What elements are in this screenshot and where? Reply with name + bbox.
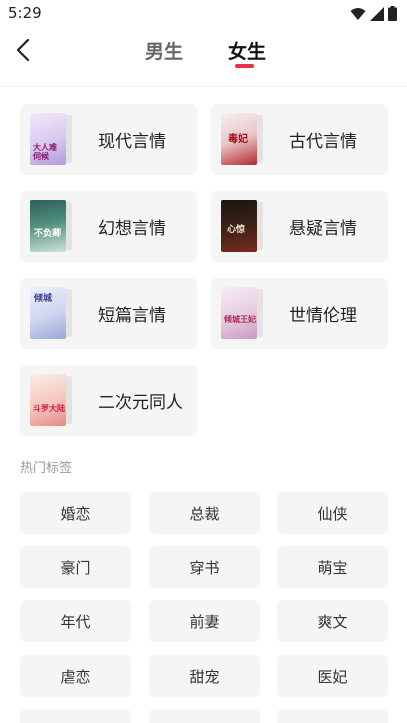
book-cover: 不负卿 (30, 199, 66, 252)
tag-button[interactable]: 爽文 (277, 600, 388, 642)
book-cover: 斗罗大陆 (30, 373, 66, 426)
category-label: 二次元同人 (98, 393, 183, 413)
book-cover: 倾城 (30, 286, 66, 339)
cover-title: 不负卿 (34, 228, 62, 239)
tab-female[interactable]: 女生 (228, 37, 266, 64)
top-nav: 男生 女生 (0, 28, 407, 72)
cover-title: 斗罗大陆 (33, 403, 65, 413)
cover-stack: 毒妃 (221, 112, 271, 167)
category-card-modern-romance[interactable]: 大人难伺候 现代言情 (20, 104, 197, 175)
cover-stack: 大人难伺候 (30, 112, 80, 167)
cover-stack: 斗罗大陆 (30, 373, 80, 428)
tag-button[interactable]: 婚恋 (20, 492, 131, 534)
tab-male[interactable]: 男生 (145, 37, 183, 64)
tag-button-partial[interactable] (277, 709, 388, 723)
cover-stack: 倾城 (30, 286, 80, 341)
category-card-ancient-romance[interactable]: 毒妃 古代言情 (211, 104, 388, 175)
cover-stack: 倾城王妃 (221, 286, 271, 341)
book-cover: 倾城王妃 (221, 286, 257, 339)
status-icons (350, 6, 397, 21)
cover-stack: 心惊 (221, 199, 271, 254)
tag-button[interactable]: 甜宠 (149, 655, 260, 697)
tag-button[interactable]: 仙侠 (277, 492, 388, 534)
book-cover: 心惊 (221, 199, 257, 252)
tag-button[interactable]: 年代 (20, 600, 131, 642)
back-arrow-icon (16, 39, 30, 61)
cover-title: 毒妃 (228, 133, 248, 145)
hot-tags-title: 热门标签 (20, 461, 73, 476)
cover-title: 心惊 (227, 224, 246, 235)
category-card-family-drama[interactable]: 倾城王妃 世情伦理 (211, 278, 388, 349)
book-cover: 毒妃 (221, 112, 257, 165)
active-tab-indicator (235, 64, 254, 68)
category-label: 古代言情 (289, 132, 357, 152)
status-bar: 5:29 (0, 0, 407, 28)
cover-title: 倾城 (34, 293, 53, 304)
category-label: 短篇言情 (98, 306, 166, 326)
category-label: 悬疑言情 (289, 219, 357, 239)
back-button[interactable] (10, 36, 36, 64)
category-card-fantasy-romance[interactable]: 不负卿 幻想言情 (20, 191, 197, 262)
tag-button[interactable]: 虐恋 (20, 655, 131, 697)
tag-button-partial[interactable] (20, 709, 131, 723)
category-card-short-romance[interactable]: 倾城 短篇言情 (20, 278, 197, 349)
signal-icon (370, 6, 384, 21)
divider (0, 86, 407, 87)
tag-button[interactable]: 穿书 (149, 546, 260, 588)
category-label: 幻想言情 (98, 219, 166, 239)
cover-stack: 不负卿 (30, 199, 80, 254)
category-label: 世情伦理 (289, 306, 357, 326)
tag-button[interactable]: 萌宝 (277, 546, 388, 588)
battery-icon (388, 6, 397, 21)
cover-title: 倾城王妃 (224, 314, 256, 324)
tag-button[interactable]: 豪门 (20, 546, 131, 588)
tag-button[interactable]: 医妃 (277, 655, 388, 697)
category-label: 现代言情 (98, 132, 166, 152)
tag-button[interactable]: 总裁 (149, 492, 260, 534)
category-card-acg-fanfic[interactable]: 斗罗大陆 二次元同人 (20, 365, 197, 436)
tag-button-partial[interactable] (149, 709, 260, 723)
tag-button[interactable]: 前妻 (149, 600, 260, 642)
status-time: 5:29 (8, 4, 42, 22)
book-cover: 大人难伺候 (30, 112, 66, 165)
category-card-mystery-romance[interactable]: 心惊 悬疑言情 (211, 191, 388, 262)
cover-title: 大人难伺候 (33, 142, 57, 161)
wifi-icon (350, 7, 366, 20)
